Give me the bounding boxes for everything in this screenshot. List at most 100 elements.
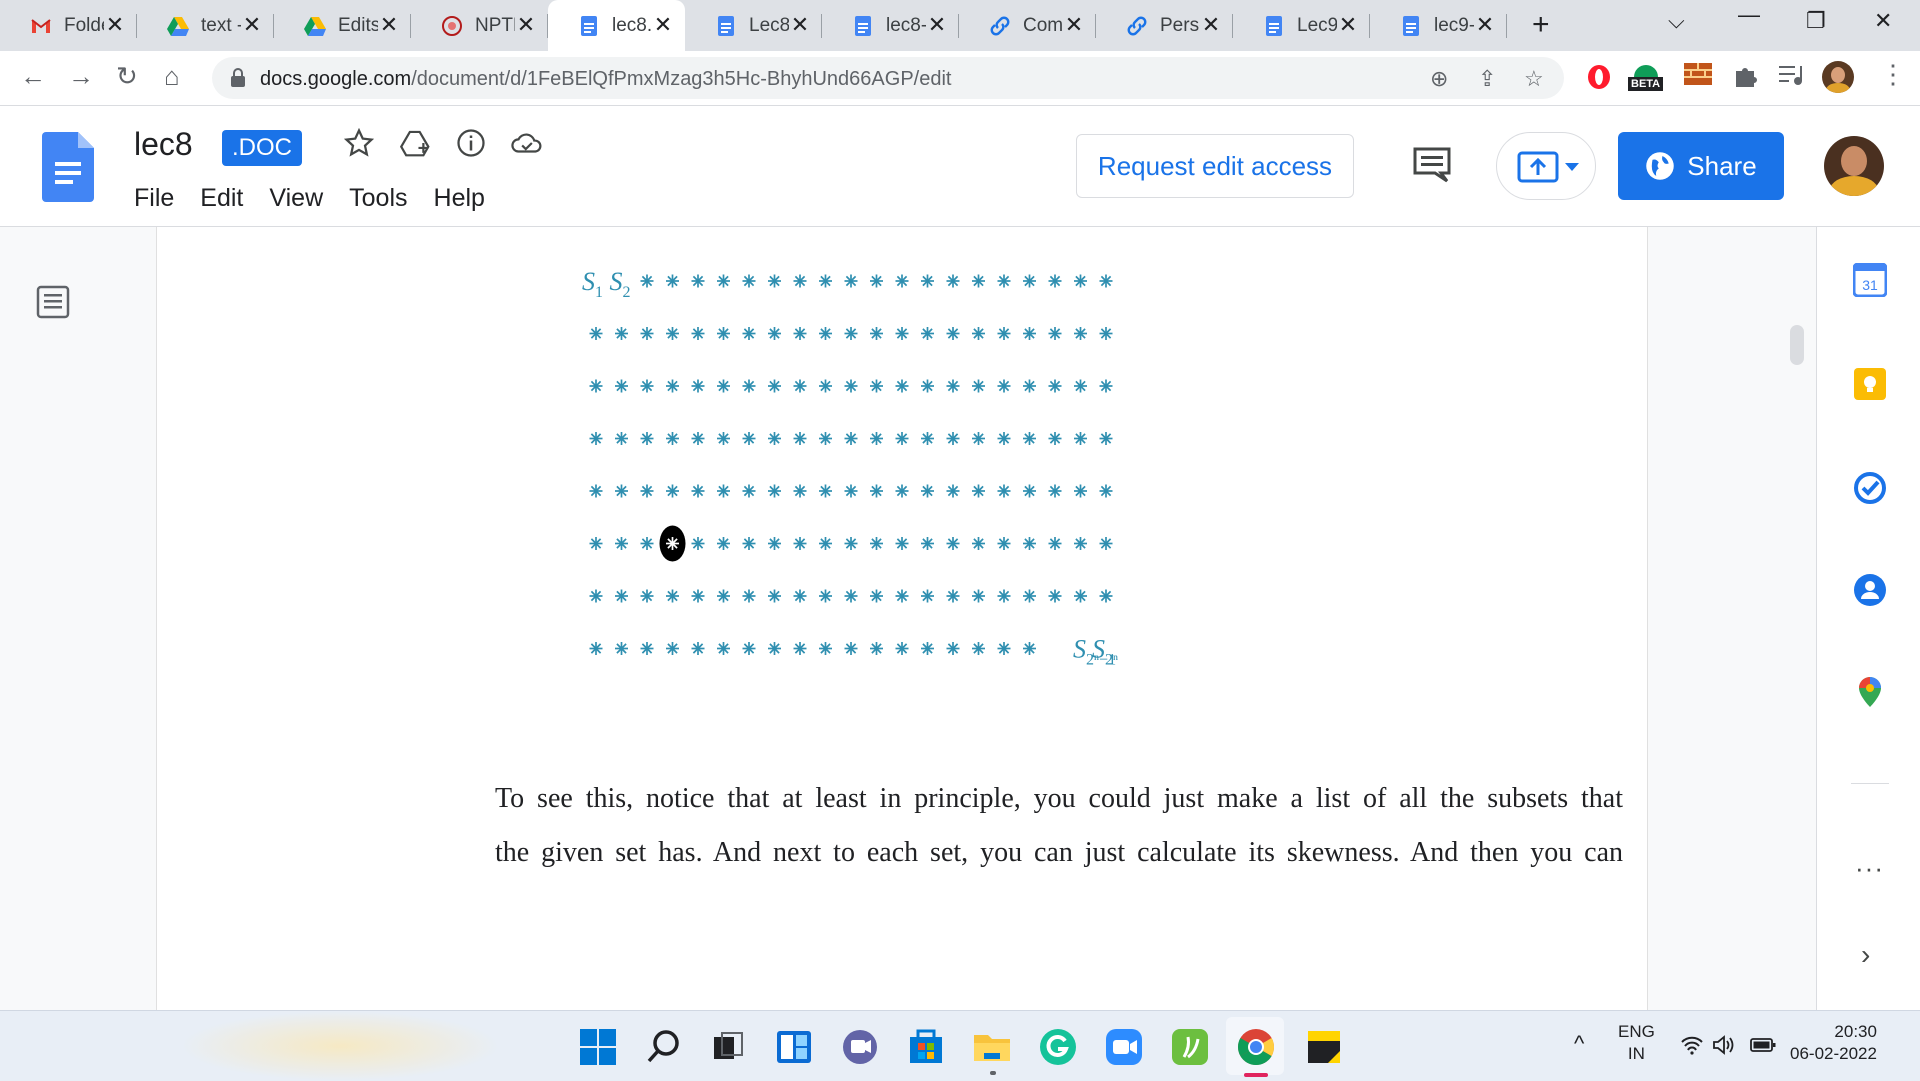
- task-view-icon[interactable]: [708, 1027, 748, 1067]
- close-window-icon[interactable]: ✕: [1874, 8, 1892, 34]
- present-button[interactable]: [1496, 132, 1596, 200]
- contacts-icon[interactable]: [1853, 573, 1887, 607]
- close-tab-icon[interactable]: ✕: [514, 12, 538, 38]
- present-icon: [1517, 151, 1559, 183]
- close-tab-icon[interactable]: ✕: [240, 12, 264, 38]
- browser-tab[interactable]: Folde✕: [0, 0, 137, 51]
- close-tab-icon[interactable]: ✕: [1062, 12, 1086, 38]
- maps-icon[interactable]: [1853, 675, 1887, 709]
- side-panel: 31 ··· ›: [1816, 227, 1920, 1010]
- tab-search-icon[interactable]: ⌵: [1668, 8, 1685, 34]
- menu-edit[interactable]: Edit: [200, 184, 243, 213]
- browser-tab[interactable]: lec9- ✕: [1370, 0, 1507, 51]
- search-icon[interactable]: [644, 1027, 684, 1067]
- clock[interactable]: 20:30 06-02-2022: [1790, 1021, 1877, 1065]
- sticky-notes-icon[interactable]: [1304, 1027, 1344, 1067]
- browser-tab[interactable]: lec8.c✕: [548, 0, 685, 51]
- subset-star: [946, 327, 960, 340]
- browser-tab[interactable]: Com ✕: [959, 0, 1096, 51]
- document-outline-icon[interactable]: [36, 285, 70, 319]
- forward-icon[interactable]: →: [68, 61, 94, 92]
- browser-tab[interactable]: Edits ✕: [274, 0, 411, 51]
- document-details-icon[interactable]: [456, 128, 486, 158]
- new-tab-button[interactable]: +: [1532, 8, 1550, 42]
- browser-tab[interactable]: Perso✕: [1096, 0, 1233, 51]
- teams-chat-icon[interactable]: [840, 1027, 880, 1067]
- media-control-icon[interactable]: [1778, 63, 1804, 87]
- subset-star: [640, 274, 654, 288]
- menu-help[interactable]: Help: [434, 184, 485, 213]
- menu-tools[interactable]: Tools: [349, 184, 407, 213]
- browser-tab[interactable]: text - ✕: [137, 0, 274, 51]
- document-page[interactable]: S1 S2 S2ⁿ−1 S2ⁿ To see this, notice that at…: [156, 227, 1648, 1010]
- share-button[interactable]: Share: [1618, 132, 1784, 200]
- home-icon[interactable]: ⌂: [164, 61, 180, 92]
- widgets-icon[interactable]: [774, 1027, 814, 1067]
- google-docs-logo-icon[interactable]: [42, 132, 94, 202]
- browser-tab[interactable]: Lec8 ✕: [685, 0, 822, 51]
- menu-view[interactable]: View: [269, 184, 323, 213]
- volume-icon[interactable]: [1712, 1035, 1736, 1055]
- minimize-icon[interactable]: —: [1738, 2, 1760, 28]
- browser-tab[interactable]: lec8- ✕: [822, 0, 959, 51]
- subset-star: [589, 379, 603, 393]
- restore-icon[interactable]: ❐: [1806, 8, 1826, 34]
- battery-icon[interactable]: [1750, 1037, 1776, 1053]
- close-tab-icon[interactable]: ✕: [103, 12, 127, 38]
- tasks-icon[interactable]: [1853, 471, 1887, 505]
- subset-star: [921, 484, 934, 498]
- keep-icon[interactable]: [1853, 367, 1887, 401]
- beta-extension-icon[interactable]: BETA: [1628, 59, 1664, 93]
- chrome-icon[interactable]: [1236, 1027, 1276, 1067]
- opera-extension-icon[interactable]: [1586, 63, 1612, 91]
- microsoft-store-icon[interactable]: [906, 1027, 946, 1067]
- subset-star: [946, 537, 960, 550]
- reload-icon[interactable]: ↻: [116, 61, 138, 92]
- wifi-icon[interactable]: [1680, 1035, 1704, 1055]
- close-tab-icon[interactable]: ✕: [925, 12, 949, 38]
- show-hidden-icons-icon[interactable]: ^: [1574, 1031, 1584, 1057]
- green-app-icon[interactable]: [1170, 1027, 1210, 1067]
- share-page-icon[interactable]: ⇪: [1478, 66, 1496, 92]
- subset-star: [895, 642, 909, 655]
- close-tab-icon[interactable]: ✕: [1199, 12, 1223, 38]
- menu-file[interactable]: File: [134, 184, 174, 213]
- vertical-scrollbar-thumb[interactable]: [1790, 325, 1804, 365]
- request-edit-access-button[interactable]: Request edit access: [1076, 134, 1354, 198]
- extensions-puzzle-icon[interactable]: [1732, 63, 1758, 89]
- brick-extension-icon[interactable]: [1684, 63, 1712, 85]
- chevron-right-icon[interactable]: ›: [1861, 939, 1870, 971]
- calendar-icon[interactable]: 31: [1853, 263, 1887, 297]
- address-bar[interactable]: docs.google.com/document/d/1FeBElQfPmxMz…: [212, 57, 1564, 99]
- profile-avatar[interactable]: [1822, 61, 1854, 93]
- subset-star: [844, 589, 858, 603]
- zoom-icon[interactable]: ⊕: [1430, 66, 1448, 92]
- grammarly-icon[interactable]: [1038, 1027, 1078, 1067]
- chrome-menu-icon[interactable]: ⋮: [1880, 59, 1906, 90]
- windows-start-icon[interactable]: [578, 1027, 618, 1067]
- close-tab-icon[interactable]: ✕: [1336, 12, 1360, 38]
- star-icon[interactable]: [344, 128, 374, 158]
- document-title[interactable]: lec8: [134, 126, 193, 163]
- account-avatar[interactable]: [1824, 136, 1884, 196]
- gmail-icon: [30, 15, 52, 37]
- back-icon[interactable]: ←: [20, 61, 46, 92]
- tab-label: Edits: [338, 14, 378, 36]
- close-tab-icon[interactable]: ✕: [788, 12, 812, 38]
- docs-icon: [578, 15, 600, 37]
- input-language-indicator[interactable]: ENG IN: [1618, 1021, 1655, 1065]
- close-tab-icon[interactable]: ✕: [1473, 12, 1497, 38]
- subset-star: [768, 432, 781, 445]
- file-explorer-icon[interactable]: [972, 1027, 1012, 1067]
- move-to-drive-icon[interactable]: [400, 128, 432, 158]
- more-addons-icon[interactable]: ···: [1855, 853, 1884, 884]
- close-tab-icon[interactable]: ✕: [651, 12, 675, 38]
- taskbar-wallpaper-glow: [180, 1011, 500, 1081]
- close-tab-icon[interactable]: ✕: [377, 12, 401, 38]
- cloud-saved-icon[interactable]: [510, 128, 544, 158]
- bookmark-star-icon[interactable]: ☆: [1524, 66, 1544, 92]
- comment-history-icon[interactable]: [1412, 146, 1452, 184]
- browser-tab[interactable]: NPTE✕: [411, 0, 548, 51]
- zoom-app-icon[interactable]: [1104, 1027, 1144, 1067]
- browser-tab[interactable]: Lec9 ✕: [1233, 0, 1370, 51]
